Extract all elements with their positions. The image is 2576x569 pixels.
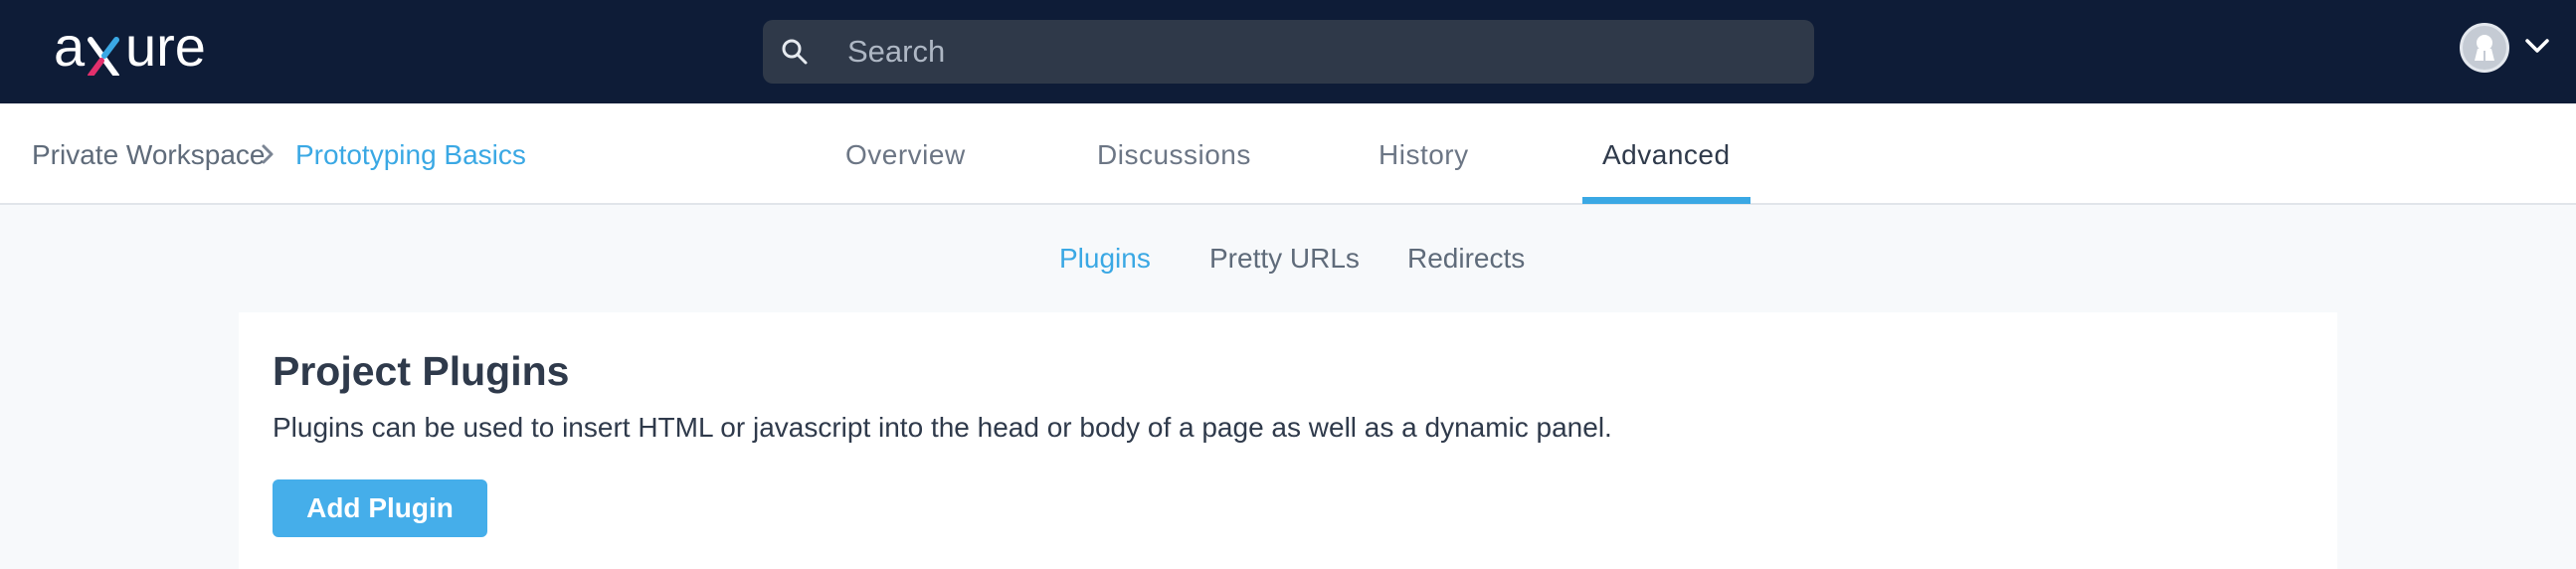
axure-logo[interactable]: a ure bbox=[54, 20, 233, 80]
breadcrumb-workspace[interactable]: Private Workspace bbox=[32, 139, 265, 171]
active-tab-indicator bbox=[1582, 197, 1750, 204]
chevron-right-icon bbox=[262, 144, 274, 164]
subtab-plugins[interactable]: Plugins bbox=[1059, 243, 1151, 275]
search-icon bbox=[782, 39, 808, 65]
tab-overview[interactable]: Overview bbox=[845, 139, 966, 171]
project-nav: Private Workspace Prototyping Basics Ove… bbox=[0, 103, 2576, 205]
tab-history[interactable]: History bbox=[1379, 139, 1469, 171]
avatar-icon[interactable] bbox=[2460, 23, 2509, 73]
section-description: Plugins can be used to insert HTML or ja… bbox=[273, 412, 1612, 443]
subtab-redirects[interactable]: Redirects bbox=[1407, 243, 1525, 275]
top-bar: a ure bbox=[0, 0, 2576, 103]
tab-discussions[interactable]: Discussions bbox=[1097, 139, 1251, 171]
search-input[interactable] bbox=[847, 20, 1782, 84]
chevron-down-icon[interactable] bbox=[2524, 37, 2550, 55]
section-title: Project Plugins bbox=[273, 348, 570, 394]
search-box[interactable] bbox=[763, 20, 1814, 84]
svg-text:ure: ure bbox=[125, 20, 206, 76]
tab-advanced[interactable]: Advanced bbox=[1602, 139, 1731, 171]
breadcrumb-project[interactable]: Prototyping Basics bbox=[295, 139, 526, 171]
add-plugin-button[interactable]: Add Plugin bbox=[273, 479, 487, 537]
svg-text:a: a bbox=[54, 20, 86, 76]
subtab-pretty-urls[interactable]: Pretty URLs bbox=[1209, 243, 1360, 275]
plugins-card: Project Plugins Plugins can be used to i… bbox=[239, 312, 2337, 569]
